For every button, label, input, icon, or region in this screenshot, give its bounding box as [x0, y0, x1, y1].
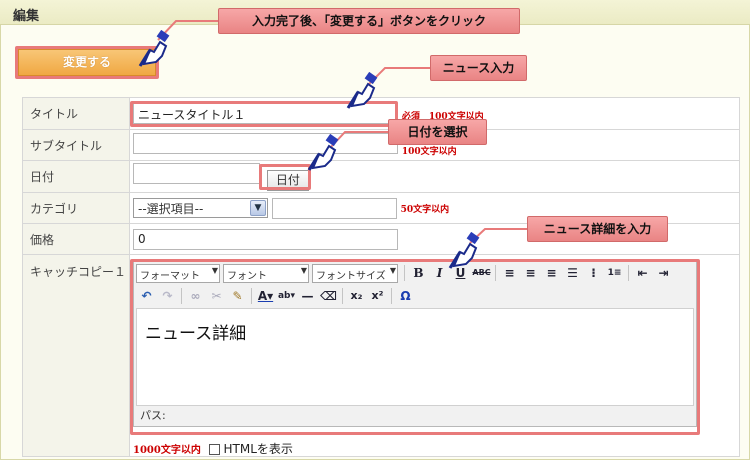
pointing-hand-icon: [138, 30, 170, 67]
callout-connectors: [157, 20, 527, 244]
pointing-hand-icon: [448, 232, 480, 269]
pointing-hand-icon: [307, 134, 339, 171]
pointing-hand-icon: [346, 72, 378, 109]
